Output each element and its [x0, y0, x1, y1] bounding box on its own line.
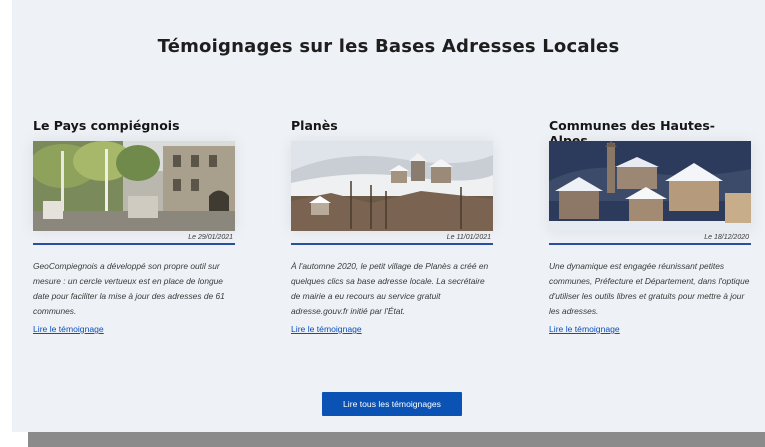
bottom-scroll-strip [28, 432, 765, 447]
testimonial-card-compiegnois: Le Pays compiégnois Le 29/01/2021 GeoCom… [33, 118, 235, 337]
card-description: À l'automne 2020, le petit village de Pl… [291, 261, 489, 316]
read-testimonial-link[interactable]: Lire le témoignage [291, 324, 362, 334]
testimonial-card-hautes-alpes: Communes des Hautes-Alpes Le 18/12/2020 [549, 118, 751, 337]
card-title: Communes des Hautes-Alpes [549, 118, 715, 148]
card-date: Le 11/01/2021 [446, 234, 491, 241]
card-description: GeoCompiegnois a développé son propre ou… [33, 261, 225, 316]
card-date: Le 29/01/2021 [188, 234, 233, 241]
read-testimonial-link[interactable]: Lire le témoignage [549, 324, 620, 334]
testimonials-section: Témoignages sur les Bases Adresses Local… [12, 0, 765, 432]
card-divider [33, 243, 235, 245]
card-title: Planès [291, 118, 338, 133]
alpine-village-photo [549, 141, 751, 231]
read-testimonial-link[interactable]: Lire le témoignage [33, 324, 104, 334]
testimonial-card-planes: Planès Le 11/01/2021 À l'automne 2020, l… [291, 118, 493, 337]
card-description: Une dynamique est engagée réunissant pet… [549, 261, 750, 316]
section-title: Témoignages sur les Bases Adresses Local… [157, 36, 620, 57]
card-title: Le Pays compiégnois [33, 118, 180, 133]
snowy-village-photo [291, 141, 493, 231]
card-divider [291, 243, 493, 245]
card-divider [549, 243, 751, 245]
read-all-testimonials-button[interactable]: Lire tous les témoignages [322, 392, 462, 416]
card-date: Le 18/12/2020 [704, 234, 749, 241]
town-square-photo [33, 141, 235, 231]
